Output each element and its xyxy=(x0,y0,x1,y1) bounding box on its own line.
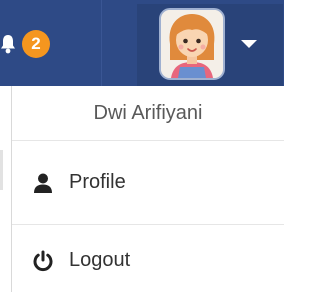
user-dropdown-menu: Dwi Arifiyani Profile Logout xyxy=(11,86,284,292)
profile-label: Profile xyxy=(69,171,126,193)
menu-divider xyxy=(12,224,284,225)
logout-label: Logout xyxy=(69,249,131,271)
power-icon xyxy=(33,250,53,272)
user-avatar xyxy=(159,8,225,80)
notifications-button[interactable]: 2 xyxy=(0,30,60,60)
user-menu-toggle[interactable] xyxy=(137,4,283,86)
page-edge-shadow xyxy=(0,150,3,190)
caret-down-icon xyxy=(241,40,257,48)
navbar-divider xyxy=(101,0,102,86)
notification-count-badge: 2 xyxy=(22,30,50,58)
menu-divider xyxy=(12,140,284,141)
profile-menu-item[interactable]: Profile xyxy=(12,154,284,210)
bell-icon xyxy=(1,35,15,54)
logout-menu-item[interactable]: Logout xyxy=(12,232,284,288)
top-navbar: 2 xyxy=(0,0,284,86)
user-name: Dwi Arifiyani xyxy=(93,102,203,124)
user-icon xyxy=(34,173,52,193)
